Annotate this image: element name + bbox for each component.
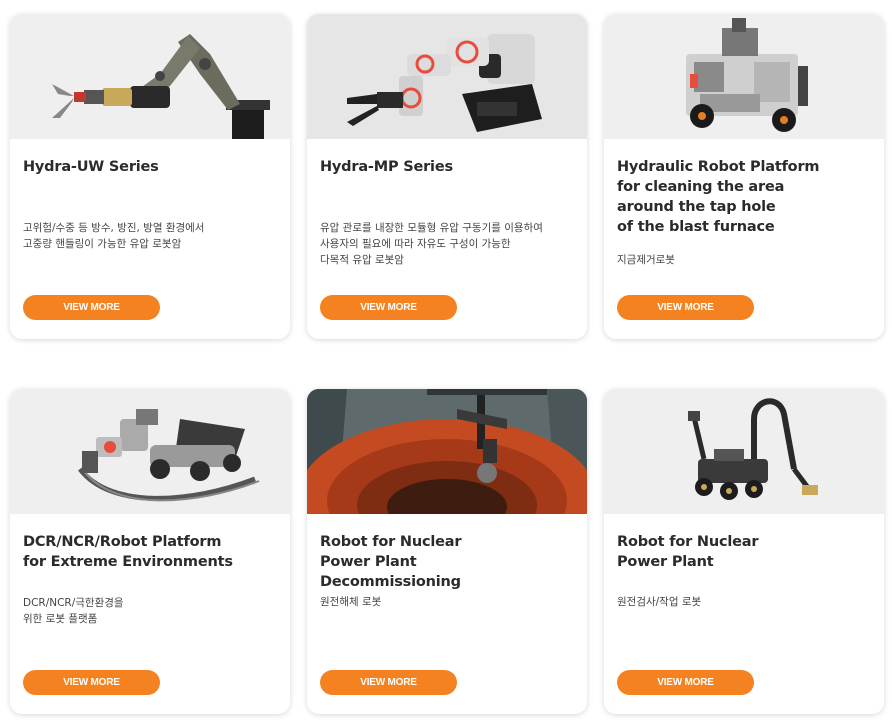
view-more-button[interactable]: VIEW MORE [320,295,457,320]
card-description: DCR/NCR/극한환경을 위한 로봇 플랫폼 [23,597,124,625]
product-card-blast-furnace-platform[interactable]: Hydraulic Robot Platform for cleaning th… [604,14,884,339]
card-title: DCR/NCR/Robot Platform for Extreme Envir… [23,534,233,570]
view-more-button[interactable]: VIEW MORE [23,295,160,320]
view-more-button[interactable]: VIEW MORE [23,670,160,695]
card-title: Hydra-UW Series [23,159,159,175]
blast-furnace-platform-image [604,14,884,139]
card-description: 지금제거로봇 [617,254,675,266]
card-description: 고위험/수중 등 방수, 방진, 방열 환경에서 고중량 핸들링이 가능한 유압… [23,222,205,250]
modular-robot-arm-image [307,14,587,139]
product-card-hydra-uw[interactable]: Hydra-UW Series 고위험/수중 등 방수, 방진, 방열 환경에서… [10,14,290,339]
card-title: Hydra-MP Series [320,159,453,175]
product-card-nuclear-decommissioning[interactable]: Robot for Nuclear Power Plant Decommissi… [307,389,587,714]
card-title: Robot for Nuclear Power Plant Decommissi… [320,534,462,590]
view-more-button[interactable]: VIEW MORE [320,670,457,695]
hydraulic-robot-arm-image [10,14,290,139]
card-title: Hydraulic Robot Platform for cleaning th… [617,159,820,235]
view-more-button[interactable]: VIEW MORE [617,670,754,695]
extreme-environment-platform-image [10,389,290,514]
card-description: 유압 관로를 내장한 모듈형 유압 구동기를 이용하여 사용자의 필요에 따라 … [320,222,543,266]
nuclear-decommissioning-image [307,389,587,514]
nuclear-inspection-robot-image [604,389,884,514]
view-more-button[interactable]: VIEW MORE [617,295,754,320]
card-description: 원전검사/작업 로봇 [617,596,702,608]
card-title: Robot for Nuclear Power Plant [617,534,759,570]
product-card-extreme-environment-platform[interactable]: DCR/NCR/Robot Platform for Extreme Envir… [10,389,290,714]
card-description: 원전해체 로봇 [320,596,382,608]
product-card-hydra-mp[interactable]: Hydra-MP Series 유압 관로를 내장한 모듈형 유압 구동기를 이… [307,14,587,339]
product-card-nuclear-inspection-robot[interactable]: Robot for Nuclear Power Plant 원전검사/작업 로봇… [604,389,884,714]
